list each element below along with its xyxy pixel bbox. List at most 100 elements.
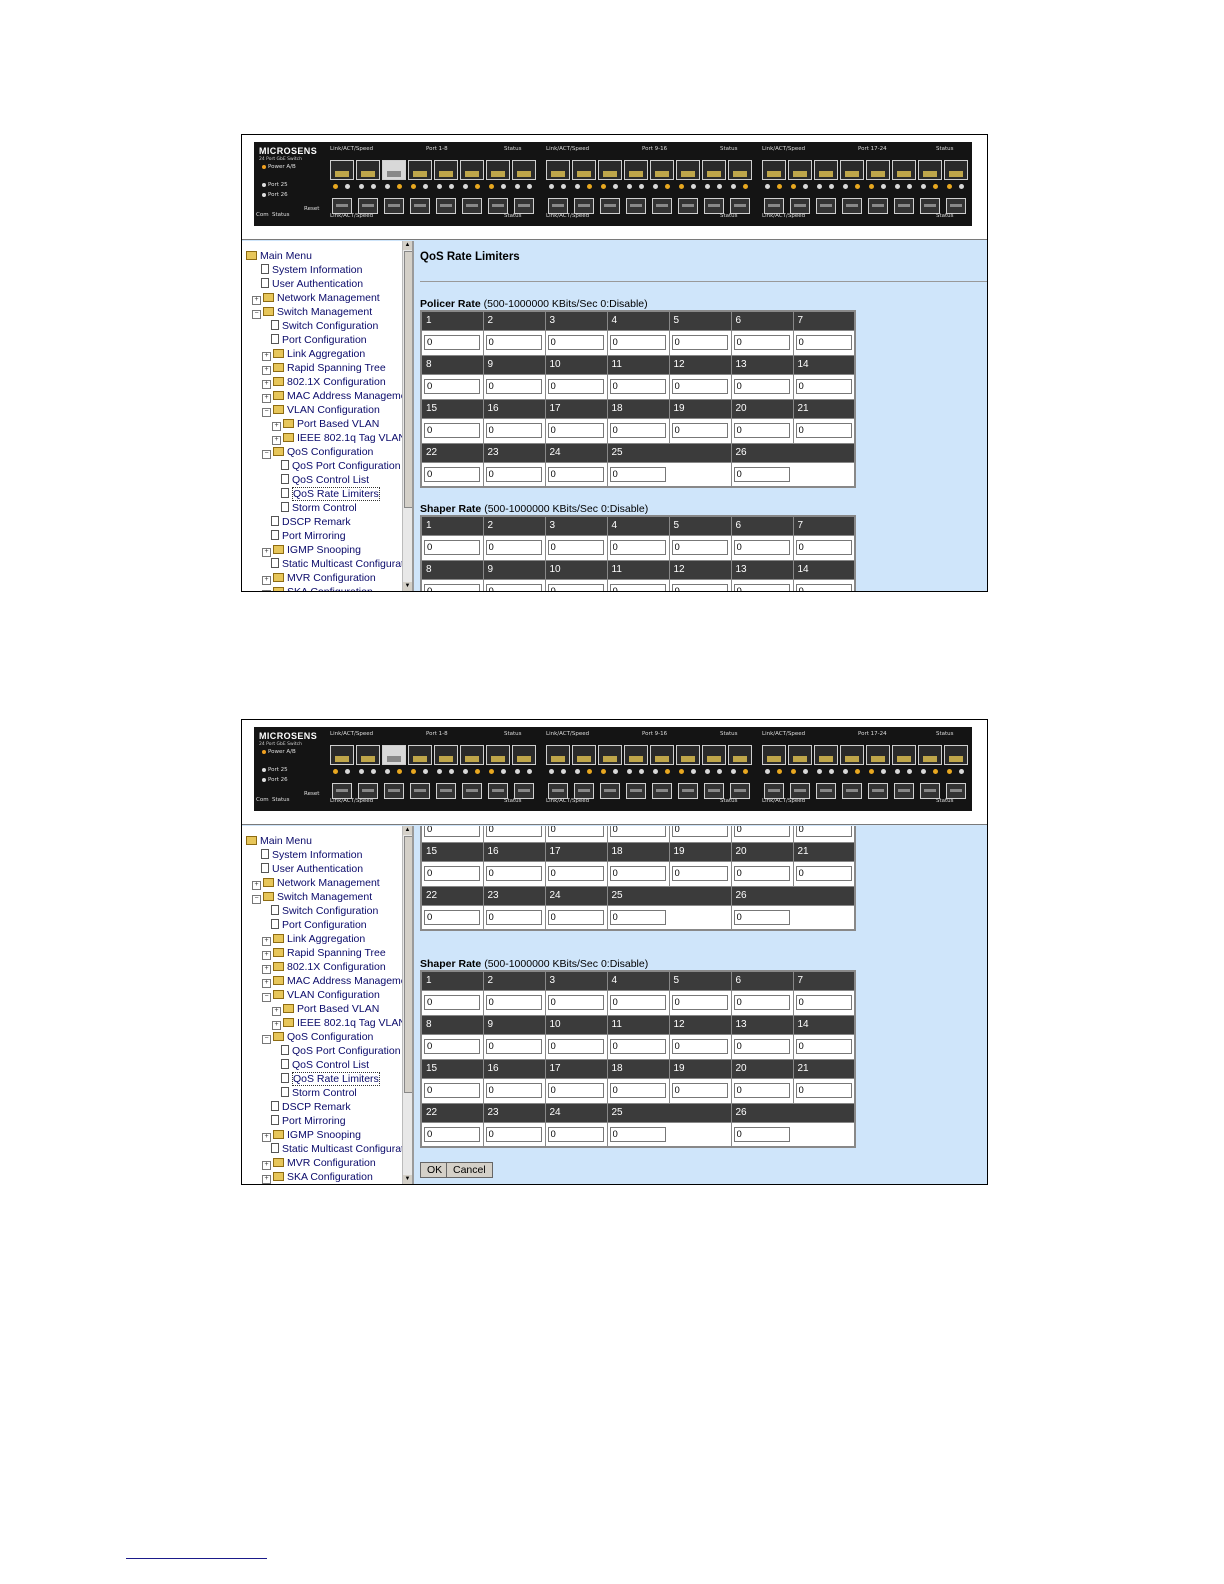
rj45-port-icon[interactable] (624, 160, 648, 180)
rj45-port-icon[interactable] (382, 160, 406, 180)
rj45-port-icon[interactable] (330, 745, 354, 765)
shaper-rate-input[interactable] (547, 1039, 604, 1054)
shaper-rate-input[interactable] (795, 584, 852, 591)
expand-toggle-icon[interactable]: + (262, 979, 271, 988)
rj45-port-icon[interactable] (624, 745, 648, 765)
shaper-rate-input[interactable] (609, 584, 666, 591)
expand-toggle-icon[interactable]: + (262, 352, 271, 361)
rj45-port-icon[interactable] (788, 160, 812, 180)
expand-toggle-icon[interactable]: + (272, 422, 281, 431)
sfp-port-icon[interactable] (514, 198, 534, 214)
shaper-rate-input[interactable] (671, 1083, 728, 1098)
sfp-port-icon[interactable] (548, 783, 568, 799)
rj45-port-icon[interactable] (598, 745, 622, 765)
policer-rate-input[interactable] (733, 423, 790, 438)
sfp-port-icon[interactable] (704, 783, 724, 799)
sfp-port-icon[interactable] (764, 198, 784, 214)
sfp-port-icon[interactable] (652, 783, 672, 799)
rj45-port-icon[interactable] (650, 160, 674, 180)
expand-toggle-icon[interactable]: + (272, 1007, 281, 1016)
menu-item-dscp-remark[interactable]: DSCP Remark (262, 515, 351, 529)
shaper-rate-input[interactable] (609, 995, 666, 1010)
rj45-port-icon[interactable] (486, 745, 510, 765)
menu-item-qos-rate-limiters[interactable]: QoS Rate Limiters (272, 1072, 380, 1086)
expand-toggle-icon[interactable]: + (262, 590, 271, 591)
sfp-port-icon[interactable] (410, 783, 430, 799)
menu-item-link-aggregation[interactable]: + Link Aggregation (262, 347, 365, 361)
expand-toggle-icon[interactable]: − (252, 895, 261, 904)
policer-rate-input[interactable] (547, 335, 604, 350)
sfp-port-icon[interactable] (816, 198, 836, 214)
menu-item-system-information[interactable]: System Information (252, 263, 362, 277)
menu-item-static-multicast-configuratic[interactable]: Static Multicast Configuratic (262, 1142, 412, 1156)
rj45-port-icon[interactable] (814, 160, 838, 180)
policer-rate-input[interactable] (795, 866, 852, 881)
expand-toggle-icon[interactable]: − (262, 450, 271, 459)
menu-item-network-management[interactable]: + Network Management (252, 876, 380, 890)
shaper-rate-input[interactable] (424, 584, 480, 591)
policer-rate-input[interactable] (671, 335, 728, 350)
shaper-rate-input[interactable] (424, 1039, 480, 1054)
expand-toggle-icon[interactable]: + (262, 380, 271, 389)
sfp-port-icon[interactable] (920, 198, 940, 214)
policer-rate-input[interactable] (671, 423, 728, 438)
sfp-port-icon[interactable] (548, 198, 568, 214)
menu-item-ieee-802-1q-tag-vlan[interactable]: + IEEE 802.1q Tag VLAN (272, 1016, 406, 1030)
policer-rate-input[interactable] (424, 466, 480, 482)
policer-rate-input[interactable] (609, 866, 666, 881)
policer-rate-input[interactable] (485, 379, 542, 394)
sfp-port-icon[interactable] (436, 783, 456, 799)
shaper-rate-input[interactable] (795, 540, 852, 555)
rj45-port-icon[interactable] (944, 745, 968, 765)
policer-rate-input[interactable] (424, 379, 480, 394)
expand-toggle-icon[interactable]: + (262, 937, 271, 946)
rj45-port-icon[interactable] (728, 745, 752, 765)
sfp-port-icon[interactable] (600, 783, 620, 799)
menu-item-link-aggregation[interactable]: + Link Aggregation (262, 932, 365, 946)
rj45-port-icon[interactable] (546, 745, 570, 765)
expand-toggle-icon[interactable]: + (262, 965, 271, 974)
menu-item-rapid-spanning-tree[interactable]: + Rapid Spanning Tree (262, 361, 386, 375)
policer-rate-input[interactable] (671, 866, 728, 881)
sidebar-scrollbar[interactable]: ▲ ▼ (402, 826, 412, 1184)
shaper-rate-input[interactable] (547, 1083, 604, 1098)
menu-item-dscp-remark[interactable]: DSCP Remark (262, 1100, 351, 1114)
rj45-port-icon[interactable] (918, 745, 942, 765)
policer-rate-input[interactable] (795, 379, 852, 394)
shaper-rate-input[interactable] (795, 1039, 852, 1054)
expand-toggle-icon[interactable]: + (262, 394, 271, 403)
menu-item-qos-configuration[interactable]: − QoS Configuration (262, 1030, 373, 1044)
shaper-rate-input[interactable] (609, 1083, 666, 1098)
rj45-port-icon[interactable] (762, 745, 786, 765)
rj45-port-icon[interactable] (408, 745, 432, 765)
menu-item-port-configuration[interactable]: Port Configuration (262, 333, 367, 347)
policer-rate-input[interactable] (485, 909, 542, 925)
shaper-rate-input[interactable] (424, 995, 480, 1010)
policer-rate-input[interactable] (795, 826, 852, 838)
menu-item-storm-control[interactable]: Storm Control (272, 501, 357, 515)
menu-item-qos-configuration[interactable]: − QoS Configuration (262, 445, 373, 459)
menu-item-main-menu[interactable]: Main Menu (246, 249, 312, 263)
policer-rate-input[interactable] (795, 423, 852, 438)
rj45-port-icon[interactable] (840, 745, 864, 765)
rj45-port-icon[interactable] (382, 745, 406, 765)
menu-item-ska-configuration[interactable]: + SKA Configuration (262, 1170, 373, 1184)
shaper-rate-input[interactable] (733, 1126, 790, 1142)
shaper-rate-input[interactable] (733, 584, 790, 591)
rj45-port-icon[interactable] (572, 745, 596, 765)
menu-item-port-mirroring[interactable]: Port Mirroring (262, 1114, 346, 1128)
policer-rate-input[interactable] (671, 379, 728, 394)
shaper-rate-input[interactable] (485, 995, 542, 1010)
menu-item-ska-configuration[interactable]: + SKA Configuration (262, 585, 373, 591)
sfp-port-icon[interactable] (894, 783, 914, 799)
sfp-port-icon[interactable] (384, 198, 404, 214)
policer-rate-input[interactable] (733, 466, 790, 482)
policer-rate-input[interactable] (609, 335, 666, 350)
rj45-port-icon[interactable] (728, 160, 752, 180)
sfp-port-icon[interactable] (462, 198, 482, 214)
policer-rate-input[interactable] (609, 826, 666, 838)
expand-toggle-icon[interactable]: + (252, 296, 261, 305)
sfp-port-icon[interactable] (488, 783, 508, 799)
sfp-port-icon[interactable] (384, 783, 404, 799)
shaper-rate-input[interactable] (733, 1039, 790, 1054)
